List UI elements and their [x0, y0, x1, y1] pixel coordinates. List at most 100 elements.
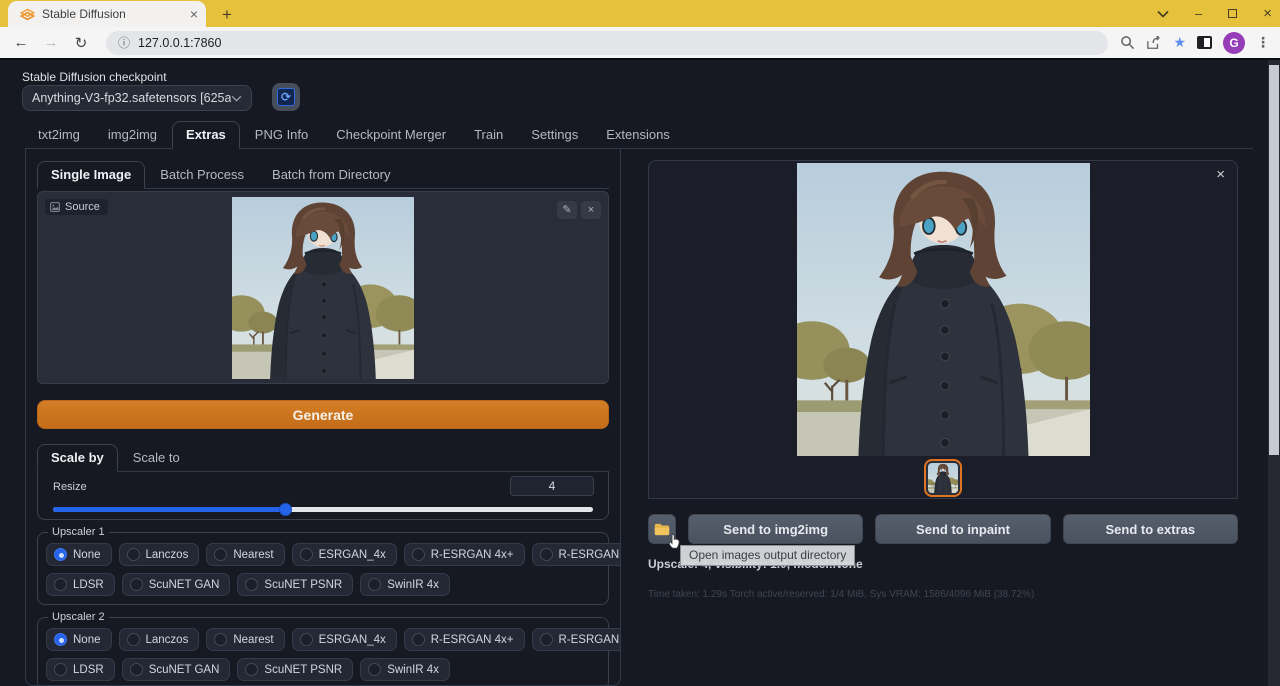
tab-settings[interactable]: Settings	[518, 122, 591, 148]
result-image[interactable]	[797, 163, 1090, 456]
clear-image-icon[interactable]: ×	[581, 201, 601, 219]
url-text[interactable]: 127.0.0.1:7860	[138, 36, 221, 50]
gallery-close-icon[interactable]: ×	[1216, 167, 1225, 182]
browser-chrome: Stable Diffusion × + – × ← → ↻ ⓘ 127.0.0…	[0, 0, 1280, 58]
send-to-extras-button[interactable]: Send to extras	[1063, 514, 1238, 544]
result-gallery: ×	[648, 160, 1238, 499]
radio-icon	[130, 578, 143, 591]
side-panel-icon[interactable]	[1197, 36, 1212, 49]
radio-icon	[214, 548, 227, 561]
refresh-icon: ⟳	[277, 88, 295, 106]
upscaler-option-resrgan-anime6b[interactable]: R-ESRGAN 4x+ Anime6B	[532, 628, 622, 651]
window-controls: – ×	[1157, 0, 1272, 27]
source-tools: ✎ ×	[557, 201, 601, 219]
restore-button[interactable]	[1228, 9, 1237, 18]
radio-icon	[127, 548, 140, 561]
radio-icon	[245, 578, 258, 591]
stable-diffusion-webui: Stable Diffusion checkpoint Anything-V3-…	[0, 58, 1280, 686]
upscaler-option-lanczos[interactable]: Lanczos	[119, 543, 200, 566]
close-window-button[interactable]: ×	[1263, 6, 1272, 21]
tab-extras[interactable]: Extras	[172, 121, 240, 149]
upscaler-option-scunet-psnr[interactable]: ScuNET PSNR	[237, 658, 353, 681]
upscaler1-row2: LDSR ScuNET GAN ScuNET PSNR SwinIR 4x	[46, 573, 600, 596]
radio-icon	[54, 663, 67, 676]
slider-fill	[53, 507, 285, 512]
radio-icon	[300, 548, 313, 561]
upscaler2-row1: None Lanczos Nearest ESRGAN_4x R-ESRGAN …	[46, 628, 600, 651]
upscaler-option-lanczos[interactable]: Lanczos	[119, 628, 200, 651]
upscaler-option-scunet-gan[interactable]: ScuNET GAN	[122, 573, 231, 596]
tab-txt2img[interactable]: txt2img	[25, 122, 93, 148]
upscaler-option-resrgan4x[interactable]: R-ESRGAN 4x+	[404, 543, 525, 566]
tab-single-image[interactable]: Single Image	[37, 161, 145, 189]
send-to-img2img-button[interactable]: Send to img2img	[688, 514, 863, 544]
upscaler-option-resrgan4x[interactable]: R-ESRGAN 4x+	[404, 628, 525, 651]
tab-close-icon[interactable]: ×	[190, 7, 198, 21]
tab-extensions[interactable]: Extensions	[593, 122, 683, 148]
back-button[interactable]: ←	[8, 34, 34, 51]
site-info-icon[interactable]: ⓘ	[118, 34, 130, 51]
upscaler-option-none[interactable]: None	[46, 628, 112, 651]
upscaler-option-nearest[interactable]: Nearest	[206, 628, 284, 651]
resize-slider[interactable]	[53, 503, 593, 516]
radio-icon	[245, 663, 258, 676]
tab-scale-by[interactable]: Scale by	[37, 444, 118, 472]
upscaler-option-scunet-gan[interactable]: ScuNET GAN	[122, 658, 231, 681]
edit-image-icon[interactable]: ✎	[557, 201, 577, 219]
tab-img2img[interactable]: img2img	[95, 122, 170, 148]
upscaler1-label: Upscaler 1	[48, 526, 109, 538]
upscaler1-row1: None Lanczos Nearest ESRGAN_4x R-ESRGAN …	[46, 543, 600, 566]
upscaler-option-none[interactable]: None	[46, 543, 112, 566]
resize-value-input[interactable]: 4	[510, 476, 594, 496]
upscaler-option-nearest[interactable]: Nearest	[206, 543, 284, 566]
tab-batch-process[interactable]: Batch Process	[147, 162, 257, 188]
send-to-inpaint-button[interactable]: Send to inpaint	[875, 514, 1050, 544]
profile-avatar[interactable]: G	[1223, 32, 1245, 54]
tab-search-chevron-icon[interactable]	[1157, 10, 1169, 18]
toolbar-right: ★ G ⋮	[1120, 32, 1272, 54]
slider-thumb[interactable]	[279, 503, 292, 516]
browser-menu-icon[interactable]: ⋮	[1256, 34, 1270, 51]
upscaler-option-ldsr[interactable]: LDSR	[46, 573, 115, 596]
refresh-checkpoint-button[interactable]: ⟳	[272, 83, 300, 111]
gallery-thumbnail-selected[interactable]	[924, 459, 962, 497]
zoom-icon[interactable]	[1120, 35, 1135, 50]
upscaler-option-esrgan4x[interactable]: ESRGAN_4x	[292, 543, 397, 566]
tab-png-info[interactable]: PNG Info	[242, 122, 321, 148]
tab-checkpoint-merger[interactable]: Checkpoint Merger	[323, 122, 459, 148]
source-image-dropzone[interactable]: Source ✎ ×	[37, 191, 609, 384]
image-icon	[50, 202, 60, 212]
scrollbar-thumb[interactable]	[1269, 65, 1279, 455]
forward-button[interactable]: →	[38, 34, 64, 51]
tab-train[interactable]: Train	[461, 122, 516, 148]
reload-button[interactable]: ↻	[68, 34, 94, 52]
browser-toolbar: ← → ↻ ⓘ 127.0.0.1:7860 ★ G ⋮	[0, 27, 1280, 58]
url-bar[interactable]: ⓘ 127.0.0.1:7860	[106, 31, 1108, 55]
upscaler-option-swinir4x[interactable]: SwinIR 4x	[360, 573, 450, 596]
extras-sub-tab-bar: Single Image Batch Process Batch from Di…	[37, 161, 609, 189]
upscaler-option-scunet-psnr[interactable]: ScuNET PSNR	[237, 573, 353, 596]
tab-batch-from-directory[interactable]: Batch from Directory	[259, 162, 403, 188]
checkpoint-label: Stable Diffusion checkpoint	[22, 70, 167, 84]
performance-text: Time taken: 1.29s Torch active/reserved:…	[648, 589, 1238, 600]
page-scrollbar[interactable]	[1268, 60, 1280, 686]
share-icon[interactable]	[1146, 36, 1162, 50]
radio-icon	[300, 633, 313, 646]
upscaler-option-ldsr[interactable]: LDSR	[46, 658, 115, 681]
generate-button[interactable]: Generate	[37, 400, 609, 429]
gallery-thumbnails	[649, 459, 1237, 497]
browser-tab[interactable]: Stable Diffusion ×	[8, 1, 206, 27]
tab-title: Stable Diffusion	[42, 7, 183, 21]
bookmark-star-icon[interactable]: ★	[1173, 34, 1186, 51]
checkpoint-dropdown[interactable]: Anything-V3-fp32.safetensors [625a2ba2]	[22, 85, 252, 111]
minimize-button[interactable]: –	[1195, 7, 1202, 20]
upscaler-option-swinir4x[interactable]: SwinIR 4x	[360, 658, 450, 681]
thumbnail-image	[928, 463, 958, 493]
tab-scale-to[interactable]: Scale to	[120, 445, 193, 471]
new-tab-button[interactable]: +	[222, 6, 232, 23]
browser-titlebar: Stable Diffusion × + – ×	[0, 0, 1280, 27]
upscaler2-row2: LDSR ScuNET GAN ScuNET PSNR SwinIR 4x	[46, 658, 600, 681]
upscaler-option-esrgan4x[interactable]: ESRGAN_4x	[292, 628, 397, 651]
folder-tooltip: Open images output directory	[680, 545, 855, 566]
upscaler-option-resrgan-anime6b[interactable]: R-ESRGAN 4x+ Anime6B	[532, 543, 622, 566]
